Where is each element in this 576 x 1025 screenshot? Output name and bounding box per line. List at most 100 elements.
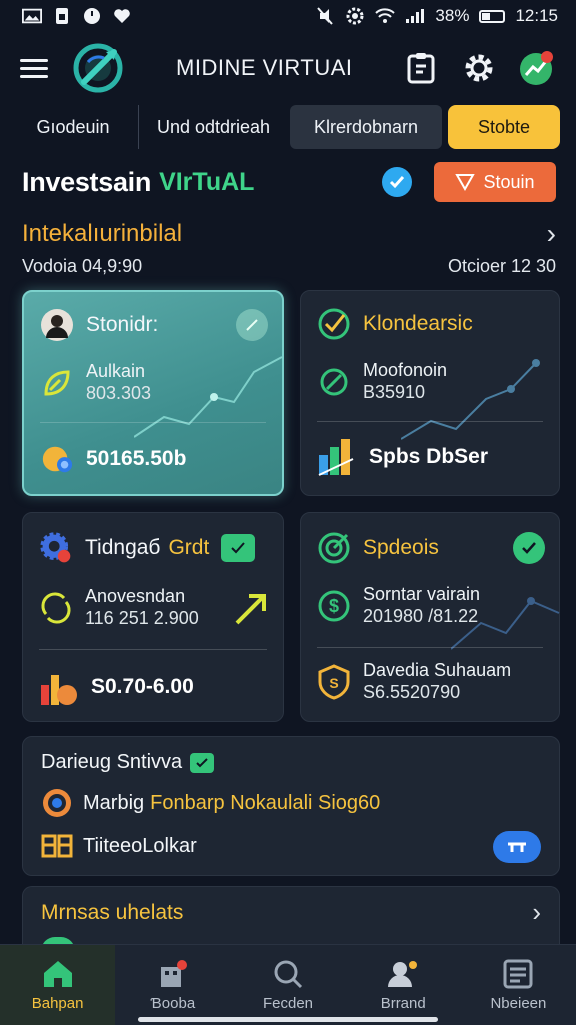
mute-icon: [315, 7, 335, 25]
tab-1[interactable]: Gıodeuin: [8, 105, 138, 149]
header-action-label: Stouin: [483, 171, 535, 192]
coins-icon: [40, 442, 74, 476]
check-badge-icon: [190, 752, 215, 773]
tab-2[interactable]: Und odtdrieah: [138, 105, 288, 149]
card-value: 803.303: [86, 383, 152, 403]
nav-label: Nbeieen: [490, 994, 547, 1012]
chart-coin-icon: [39, 667, 79, 707]
card-value: 116 251 2.900: [85, 608, 199, 628]
app-title: MIDINE VIRTUAI: [176, 55, 353, 80]
check-circle-icon: [513, 532, 545, 564]
connect-button[interactable]: [493, 831, 541, 863]
tab-bar: Gıodeuin Und odtdrieah Klrerdobnarn Stob…: [0, 104, 576, 150]
calendar-icon: [41, 834, 73, 858]
card-2[interactable]: Klondearsic Moofonoin B35910 Spbs DbSer: [300, 290, 560, 496]
battery-percent: 38%: [435, 6, 470, 25]
clock: 12:15: [515, 6, 558, 25]
header-action-button[interactable]: Stouin: [434, 162, 556, 202]
home-indicator: [138, 1017, 438, 1022]
leaf-icon: [40, 366, 74, 400]
nav-label: Fecden: [262, 994, 314, 1012]
svg-text:$: $: [329, 596, 339, 616]
divider: [40, 422, 266, 423]
news-title: Mrnsas uhelats: [41, 901, 184, 924]
logo-icon: [70, 40, 126, 96]
card-value: B35910: [363, 382, 426, 402]
card-title: Stonidr:: [86, 313, 159, 336]
search-icon: [274, 960, 303, 988]
page-title-accent: VIrTuAL: [159, 167, 255, 196]
chevron-right-icon[interactable]: ›: [547, 218, 556, 250]
clipboard-icon[interactable]: [402, 49, 440, 87]
nav-second[interactable]: Ɓooba: [115, 945, 230, 1025]
arrow-up-right-icon: [235, 594, 266, 625]
app-bar: MIDINE VIRTUAI: [0, 36, 576, 100]
gear-icon: [345, 7, 365, 25]
document-icon: [503, 959, 533, 988]
divider: [39, 649, 267, 650]
card-label: Moofonoin: [363, 360, 448, 380]
shield-dollar-icon: S: [317, 664, 351, 700]
divider: [317, 421, 543, 422]
edit-icon[interactable]: [236, 309, 268, 341]
check-shield-icon: [317, 307, 351, 341]
sim-icon: [52, 7, 72, 25]
nav-label: Ɓooba: [150, 994, 196, 1012]
image-icon: [22, 7, 42, 25]
chart-alert-icon[interactable]: [518, 49, 556, 87]
target-icon: [43, 789, 71, 817]
section-left-meta: Vodoia 04,9:90: [22, 255, 143, 276]
home-icon: [43, 960, 72, 987]
nav-home[interactable]: Bahpan: [0, 945, 116, 1025]
tab-3[interactable]: Klrerdobnarn: [290, 105, 442, 149]
tag-icon: [455, 174, 476, 191]
verified-icon[interactable]: [382, 167, 412, 197]
section-right-meta: Otcioer 12 30: [447, 255, 556, 276]
tab-4[interactable]: Stobte: [448, 105, 560, 149]
svg-text:S: S: [329, 675, 338, 691]
section-header: Intekalıurinbilal ›: [22, 218, 556, 250]
card-value-2: S6.5520790: [363, 682, 461, 702]
chevron-right-icon[interactable]: ›: [532, 897, 541, 928]
card-amount: Spbs DbSer: [369, 445, 489, 468]
card-3[interactable]: Tidngaб Grdt Anovesndan 116 251 2.900 S0…: [22, 512, 284, 722]
card-label-2: Davedia Suhauam: [363, 660, 512, 680]
power-icon: [82, 7, 102, 25]
signal-icon: [405, 7, 425, 25]
nav-label: Brrand: [380, 994, 426, 1012]
nav-people[interactable]: Brrand: [346, 945, 461, 1025]
section-meta: Vodoia 04,9:90 Otcioer 12 30: [22, 252, 556, 280]
card-4[interactable]: Spdeois $ Sorntar vairain 201980 /81.22 …: [300, 512, 560, 722]
nav-search[interactable]: Fecden: [230, 945, 345, 1025]
divider: [317, 647, 543, 648]
bar-chart-icon: [317, 437, 357, 477]
link-icon: [508, 842, 526, 852]
card-label: Aulkain: [86, 361, 146, 381]
card-title: Spdeois: [363, 536, 439, 559]
card-title: Klondearsic: [363, 312, 473, 335]
summary-row-highlight: Fonbarp Nokaulali Siog60: [150, 791, 381, 814]
summary-card[interactable]: Darieug Sntivva Marbig Fonbarp Nokaulali…: [22, 736, 560, 876]
target-icon: [317, 531, 351, 565]
card-label: Sorntar vairain: [363, 584, 481, 604]
check-badge-icon: [221, 534, 256, 562]
page-title: Investsain: [22, 166, 152, 197]
nav-document[interactable]: Nbeieen: [461, 945, 576, 1025]
wifi-icon: [375, 7, 396, 25]
summary-title: Darieug Sntivva: [41, 751, 183, 773]
building-icon: [160, 959, 187, 987]
card-title: Tidngaб: [85, 536, 161, 559]
bottom-navigation: Bahpan Ɓooba Fecden Brrand Nbeieen: [0, 944, 576, 1025]
card-label: Anovesndan: [85, 586, 186, 606]
section-title: Intekalıurinbilal: [22, 220, 183, 247]
card-title-accent: Grdt: [168, 536, 210, 559]
nav-label: Bahpan: [31, 994, 84, 1012]
gear-icon[interactable]: [460, 49, 498, 87]
battery-icon: [479, 9, 506, 23]
summary-row-3: TiiteeoLolkar: [83, 834, 197, 857]
heart-icon: [112, 7, 132, 25]
card-1[interactable]: Stonidr: Aulkain 803.303 50165.50b: [22, 290, 284, 496]
menu-icon[interactable]: [20, 58, 48, 78]
card-amount: 50165.50b: [86, 447, 187, 470]
dollar-icon: $: [317, 589, 351, 623]
